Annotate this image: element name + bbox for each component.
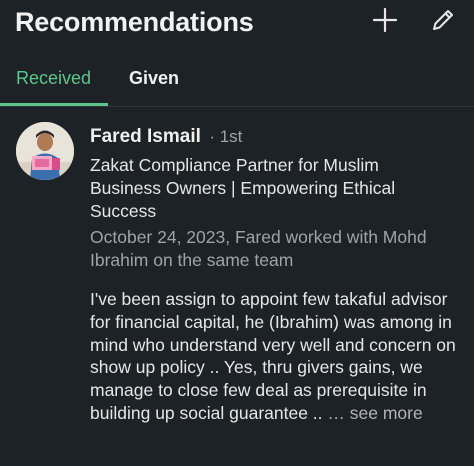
page-title: Recommendations [15, 7, 254, 37]
tab-received[interactable]: Received [16, 68, 91, 89]
page-header: Recommendations [0, 0, 474, 50]
name-row: Fared Ismail · 1st [90, 126, 242, 148]
pencil-icon [433, 10, 453, 30]
recommender-headline: Zakat Compliance Partner for Muslim Busi… [90, 155, 396, 221]
recommendation-meta: October 24, 2023, Fared worked with Mohd… [90, 227, 427, 270]
connection-degree: · 1st [209, 127, 243, 146]
profile-photo-icon [16, 122, 74, 180]
recommendation-tabs: Received Given [0, 60, 474, 108]
see-more-link[interactable]: … see more [327, 403, 422, 423]
edit-button[interactable] [429, 6, 457, 34]
recommendation-card: Fared Ismail · 1st Zakat Compliance Part… [0, 108, 474, 466]
divider [0, 106, 474, 107]
recommendation-text: I've been assign to appoint few takaful … [90, 288, 466, 425]
plus-icon [372, 7, 398, 33]
tab-given[interactable]: Given [129, 68, 179, 89]
recommender-name[interactable]: Fared Ismail [90, 126, 201, 147]
avatar[interactable] [16, 122, 74, 180]
add-recommendation-button[interactable] [371, 6, 399, 34]
